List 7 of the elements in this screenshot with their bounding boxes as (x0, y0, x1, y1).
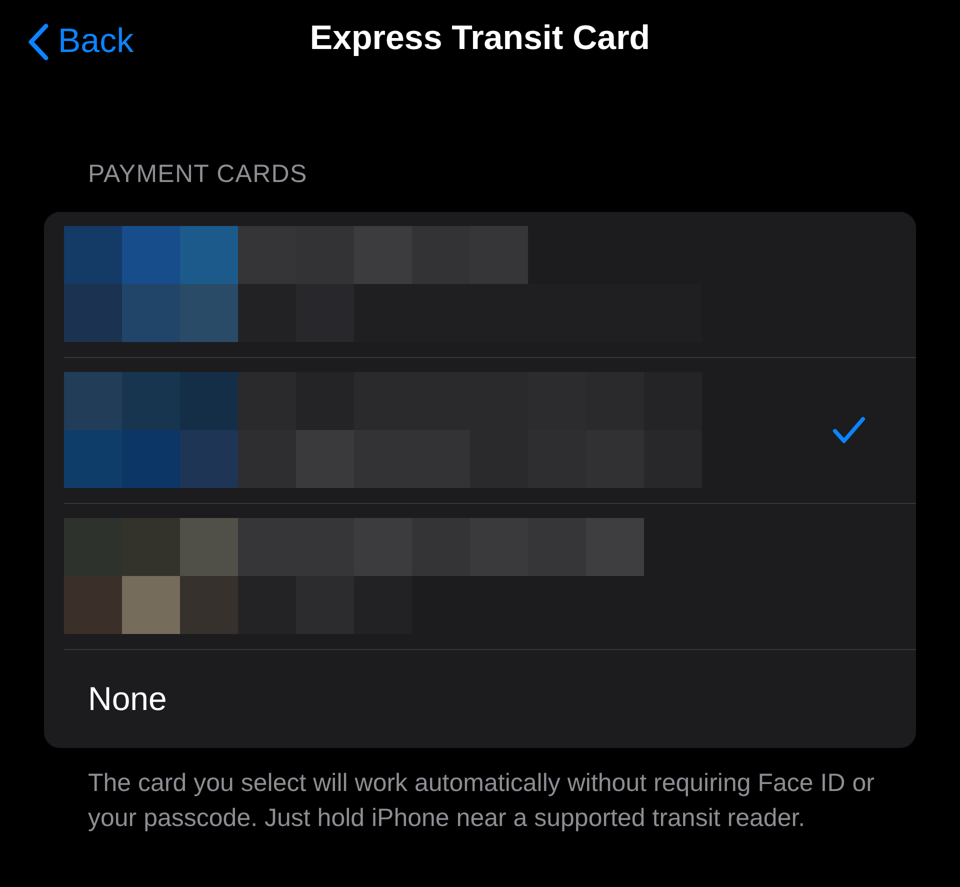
footer-note: The card you select will work automatically without requiring Face ID or your passcode. Just hold iPhone near a supported transit reader. (88, 768, 876, 834)
section-header: PAYMENT CARDS (88, 159, 308, 190)
page-title: Express Transit Card (310, 18, 650, 58)
checkmark-icon (832, 416, 866, 444)
chevron-left-icon (26, 22, 50, 60)
back-button[interactable]: Back (26, 16, 134, 67)
card-option[interactable]: None (44, 650, 916, 748)
